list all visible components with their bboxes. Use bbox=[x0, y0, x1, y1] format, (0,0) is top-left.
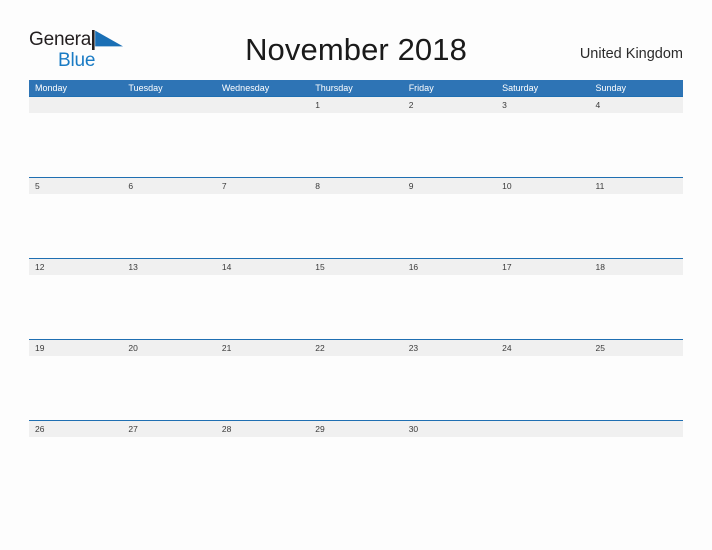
day-cell[interactable]: 1 bbox=[309, 97, 402, 113]
day-cell[interactable]: 12 bbox=[29, 259, 122, 275]
day-cell[interactable]: 14 bbox=[216, 259, 309, 275]
day-cell[interactable] bbox=[122, 97, 215, 113]
week-event-area[interactable] bbox=[29, 113, 683, 176]
week-event-area[interactable] bbox=[29, 194, 683, 257]
day-cell[interactable]: 20 bbox=[122, 340, 215, 356]
day-cell[interactable]: 9 bbox=[403, 178, 496, 194]
day-cell[interactable]: 7 bbox=[216, 178, 309, 194]
weekday-header-sunday: Sunday bbox=[595, 83, 627, 93]
week-row: 1 2 3 4 bbox=[29, 96, 683, 177]
day-number-band: 12 13 14 15 16 17 18 bbox=[29, 259, 683, 275]
day-cell[interactable]: 11 bbox=[590, 178, 683, 194]
day-number-band: 26 27 28 29 30 bbox=[29, 421, 683, 437]
day-cell[interactable]: 28 bbox=[216, 421, 309, 437]
week-row: 26 27 28 29 30 bbox=[29, 420, 683, 501]
day-number-band: 5 6 7 8 9 10 11 bbox=[29, 178, 683, 194]
day-cell[interactable]: 23 bbox=[403, 340, 496, 356]
weekday-header-row: Monday Tuesday Wednesday Thursday Friday… bbox=[29, 80, 683, 96]
day-cell[interactable]: 25 bbox=[590, 340, 683, 356]
day-cell[interactable] bbox=[496, 421, 589, 437]
weekday-header-tuesday: Tuesday bbox=[128, 83, 163, 93]
weekday-header-thursday: Thursday bbox=[315, 83, 353, 93]
day-cell[interactable]: 30 bbox=[403, 421, 496, 437]
calendar-grid: Monday Tuesday Wednesday Thursday Friday… bbox=[29, 80, 683, 501]
day-cell[interactable]: 6 bbox=[122, 178, 215, 194]
day-cell[interactable] bbox=[29, 97, 122, 113]
day-cell[interactable]: 5 bbox=[29, 178, 122, 194]
day-cell[interactable]: 2 bbox=[403, 97, 496, 113]
week-row: 5 6 7 8 9 10 11 bbox=[29, 177, 683, 258]
day-cell[interactable]: 29 bbox=[309, 421, 402, 437]
day-cell[interactable]: 3 bbox=[496, 97, 589, 113]
week-row: 12 13 14 15 16 17 18 bbox=[29, 258, 683, 339]
day-cell[interactable] bbox=[216, 97, 309, 113]
day-cell[interactable]: 21 bbox=[216, 340, 309, 356]
page-header: General Blue November 2018 United Kingdo… bbox=[0, 0, 712, 80]
weekday-header-friday: Friday bbox=[408, 83, 434, 93]
weekday-header-wednesday: Wednesday bbox=[221, 83, 270, 93]
day-number-band: 1 2 3 4 bbox=[29, 97, 683, 113]
weekday-header-saturday: Saturday bbox=[502, 83, 539, 93]
country-label: United Kingdom bbox=[579, 46, 683, 62]
week-event-area[interactable] bbox=[29, 275, 683, 338]
week-event-area[interactable] bbox=[29, 356, 683, 419]
day-cell[interactable]: 27 bbox=[122, 421, 215, 437]
day-number-band: 19 20 21 22 23 24 25 bbox=[29, 340, 683, 356]
day-cell[interactable]: 19 bbox=[29, 340, 122, 356]
day-cell[interactable]: 4 bbox=[590, 97, 683, 113]
day-cell[interactable]: 16 bbox=[403, 259, 496, 275]
day-cell[interactable] bbox=[590, 421, 683, 437]
day-cell[interactable]: 26 bbox=[29, 421, 122, 437]
day-cell[interactable]: 18 bbox=[590, 259, 683, 275]
weekday-header-monday: Monday bbox=[35, 83, 68, 93]
day-cell[interactable]: 17 bbox=[496, 259, 589, 275]
day-cell[interactable]: 8 bbox=[309, 178, 402, 194]
day-cell[interactable]: 10 bbox=[496, 178, 589, 194]
day-cell[interactable]: 13 bbox=[122, 259, 215, 275]
day-cell[interactable]: 15 bbox=[309, 259, 402, 275]
week-row: 19 20 21 22 23 24 25 bbox=[29, 339, 683, 420]
day-cell[interactable]: 22 bbox=[309, 340, 402, 356]
day-cell[interactable]: 24 bbox=[496, 340, 589, 356]
week-event-area[interactable] bbox=[29, 437, 683, 500]
calendar-page: General Blue November 2018 United Kingdo… bbox=[0, 0, 712, 550]
